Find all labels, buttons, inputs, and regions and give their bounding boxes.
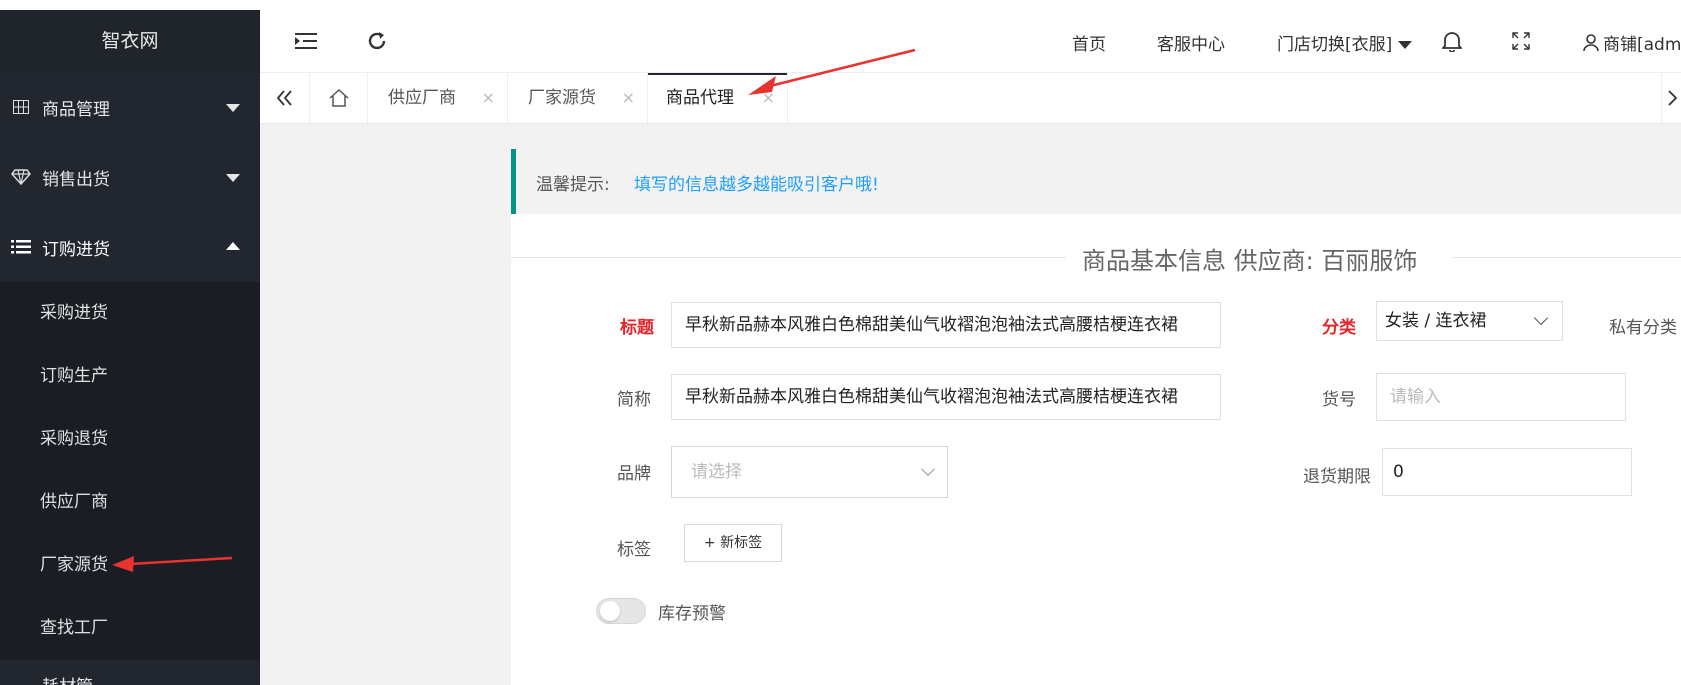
sidebar-group-purchasing[interactable]: 订购进货 (0, 212, 260, 282)
sidebar: 智衣网 商品管理 销售出货 订购进货 采购进货 订购生产 采购退货 供应厂商 厂… (0, 10, 260, 685)
close-icon[interactable]: × (482, 73, 495, 123)
chevron-right-icon (1667, 90, 1677, 106)
brand-label: 品牌 (617, 464, 651, 484)
chevron-down-icon (226, 174, 240, 182)
short-name-label: 简称 (617, 390, 651, 410)
top-strip (0, 0, 1681, 10)
tip-banner: 温馨提示: 填写的信息越多越能吸引客户哦! (511, 149, 1681, 214)
tabs-scroll-left-button[interactable] (260, 73, 310, 123)
category-select-value: 女装 / 连衣裙 (1385, 311, 1487, 331)
sidebar-item-suppliers[interactable]: 供应厂商 (0, 471, 260, 534)
sidebar-group-products[interactable]: 商品管理 (0, 72, 260, 142)
caret-down-icon (1398, 41, 1413, 49)
tip-label: 温馨提示: (536, 175, 610, 195)
sku-input[interactable]: 请输入 (1376, 373, 1626, 421)
sidebar-item-purchase-return[interactable]: 采购退货 (0, 408, 260, 471)
home-icon (329, 89, 348, 107)
sku-label: 货号 (1322, 390, 1356, 410)
app-logo: 智衣网 (0, 10, 260, 72)
tab-suppliers[interactable]: 供应厂商 × (368, 73, 508, 123)
tab-factory-source[interactable]: 厂家源货 × (508, 73, 648, 123)
menu-collapse-icon[interactable] (293, 28, 319, 54)
refresh-icon[interactable] (364, 28, 390, 54)
sidebar-group-consumables[interactable]: 耗材管 (0, 660, 260, 685)
user-icon (1583, 34, 1599, 52)
store-switch-dropdown[interactable]: 门店切换[衣服] (1277, 30, 1413, 55)
sidebar-group-label: 商品管理 (42, 99, 110, 120)
user-name: 商铺[adm (1603, 35, 1681, 55)
tip-text: 填写的信息越多越能吸引客户哦! (634, 175, 879, 195)
chevron-down-icon (1533, 310, 1549, 326)
sidebar-item-find-factory[interactable]: 查找工厂 (0, 597, 260, 660)
tabs-scroll-right-button[interactable] (1661, 73, 1681, 123)
diamond-icon (10, 166, 32, 188)
tab-product-agency[interactable]: 商品代理 × (648, 73, 788, 123)
top-header: 首页 客服中心 门店切换[衣服] 商铺[adm (260, 10, 1681, 73)
sidebar-group-label: 订购进货 (42, 239, 110, 260)
sidebar-group-label: 销售出货 (42, 169, 110, 190)
list-icon (10, 236, 32, 258)
tab-home[interactable] (310, 73, 368, 123)
chevron-down-icon (920, 461, 936, 477)
stock-warning-label: 库存预警 (658, 604, 726, 624)
close-icon[interactable]: × (762, 73, 775, 123)
return-period-input[interactable]: 0 (1382, 448, 1632, 496)
divider (1452, 257, 1681, 258)
sidebar-group-sales[interactable]: 销售出货 (0, 142, 260, 212)
title-input[interactable]: 早秋新品赫本风雅白色棉甜美仙气收褶泡泡袖法式高腰桔梗连衣裙 (671, 302, 1221, 348)
section-title: 商品基本信息 供应商: 百丽服饰 (1082, 247, 1418, 275)
category-select[interactable]: 女装 / 连衣裙 (1376, 301, 1563, 341)
tag-label: 标签 (617, 540, 651, 560)
tab-bar: 供应厂商 × 厂家源货 × 商品代理 × (260, 73, 1681, 124)
title-label: 标题 (620, 318, 654, 338)
chevron-up-icon (226, 242, 240, 250)
user-menu[interactable]: 商铺[adm (1583, 30, 1681, 55)
double-chevron-left-icon (276, 90, 292, 106)
nav-home[interactable]: 首页 (1072, 30, 1106, 55)
sidebar-item-purchase-in[interactable]: 采购进货 (0, 282, 260, 345)
sidebar-group-label: 耗材管 (42, 672, 93, 685)
fullscreen-icon[interactable] (1508, 28, 1534, 54)
box-icon (10, 672, 32, 685)
short-name-input[interactable]: 早秋新品赫本风雅白色棉甜美仙气收褶泡泡袖法式高腰桔梗连衣裙 (671, 374, 1221, 420)
return-period-label: 退货期限 (1303, 467, 1371, 487)
category-label: 分类 (1322, 318, 1356, 338)
grid-icon (10, 96, 32, 118)
divider (511, 257, 1066, 258)
tab-label: 供应厂商 (388, 88, 456, 108)
toggle-knob (600, 601, 620, 621)
add-tag-button[interactable]: + 新标签 (684, 524, 782, 562)
tab-label: 商品代理 (666, 88, 734, 108)
app-window: 智衣网 商品管理 销售出货 订购进货 采购进货 订购生产 采购退货 供应厂商 厂… (0, 0, 1681, 685)
sidebar-submenu: 采购进货 订购生产 采购退货 供应厂商 厂家源货 查找工厂 (0, 282, 260, 660)
chevron-down-icon (226, 104, 240, 112)
tab-label: 厂家源货 (528, 88, 596, 108)
brand-select[interactable]: 请选择 (671, 446, 948, 498)
bell-icon[interactable] (1439, 28, 1465, 54)
sidebar-item-order-production[interactable]: 订购生产 (0, 345, 260, 408)
close-icon[interactable]: × (622, 73, 635, 123)
brand-select-placeholder: 请选择 (691, 462, 742, 482)
store-switch-label: 门店切换[衣服] (1277, 35, 1393, 55)
stock-warning-toggle[interactable] (596, 598, 646, 624)
sidebar-item-factory-source[interactable]: 厂家源货 (0, 534, 260, 597)
private-category-label: 私有分类 (1609, 318, 1677, 338)
nav-customer-service[interactable]: 客服中心 (1157, 30, 1225, 55)
